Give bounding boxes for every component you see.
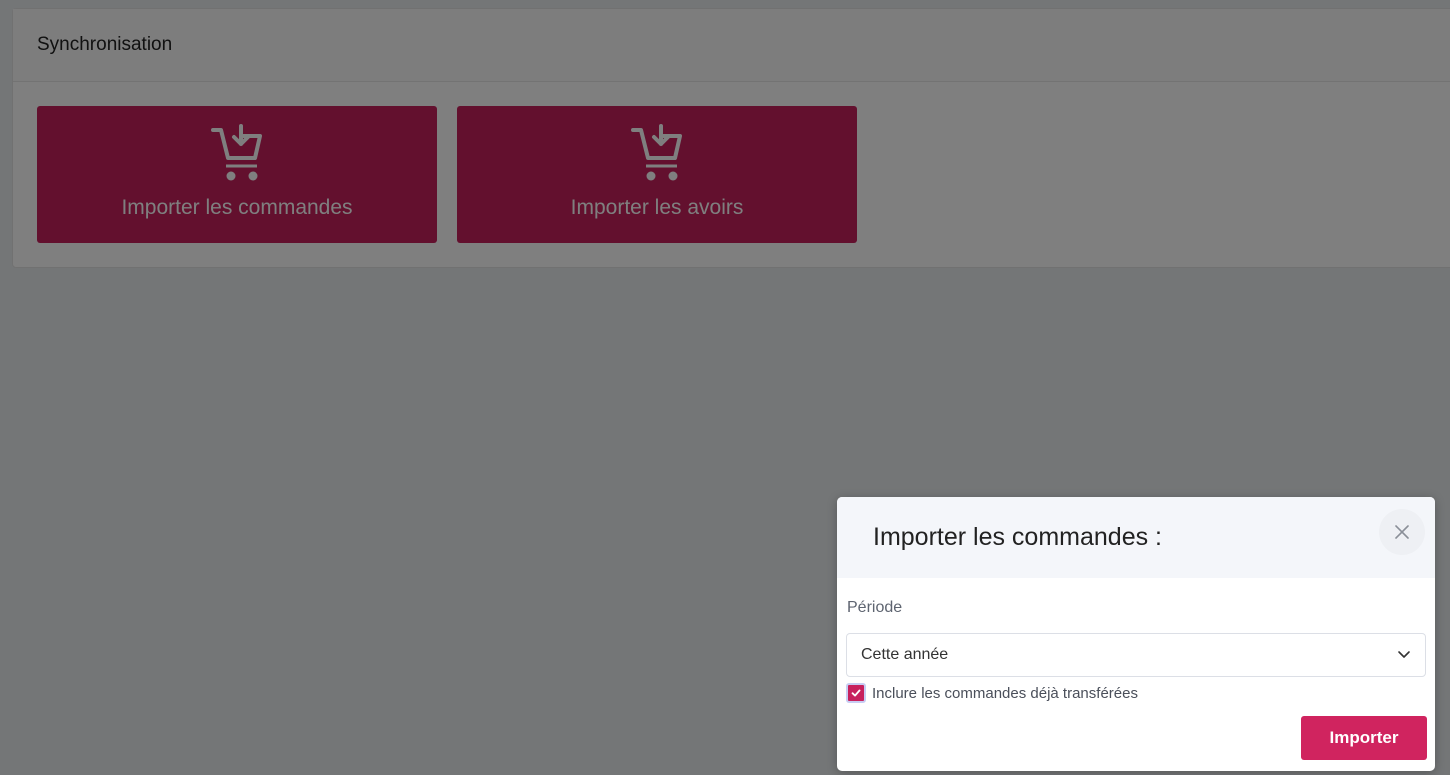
checkmark-icon [851,689,861,697]
chevron-down-icon [1398,651,1410,658]
import-button[interactable]: Importer [1301,716,1427,760]
include-transferred-row: Inclure les commandes déjà transférées [846,683,1138,703]
modal-header: Importer les commandes : [837,497,1435,578]
period-select[interactable]: Cette année [846,633,1426,677]
include-transferred-label: Inclure les commandes déjà transférées [872,684,1138,702]
modal-title: Importer les commandes : [873,523,1162,551]
page: Synchronisation Importer les commandes I… [0,0,1450,775]
close-button[interactable] [1379,509,1425,555]
close-icon [1395,525,1409,539]
import-orders-modal: Importer les commandes : Période Cette a… [837,497,1435,771]
period-label: Période [847,599,903,616]
include-transferred-checkbox[interactable] [846,683,866,703]
period-selected-value: Cette année [861,646,949,663]
